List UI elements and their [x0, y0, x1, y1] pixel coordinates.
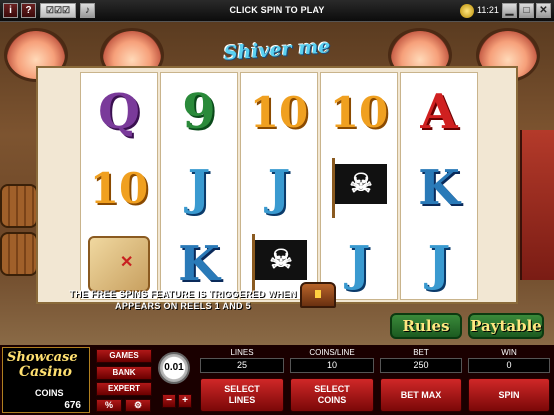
- barrel-icon: [0, 232, 38, 276]
- increase-button[interactable]: +: [178, 394, 192, 408]
- coins-per-line-label: COINS/LINE: [309, 348, 355, 357]
- reel-5: AKJ: [400, 72, 478, 300]
- lines-label: LINES: [230, 348, 254, 357]
- bet-label: BET: [413, 348, 429, 357]
- casino-logo: Showcase Casino COINS 676: [2, 347, 90, 413]
- crate-icon: [520, 130, 554, 280]
- bet-max-button[interactable]: BET MAX: [380, 378, 462, 412]
- paytable-button[interactable]: Paytable: [468, 313, 544, 339]
- symbol-10: 10: [89, 163, 149, 213]
- select-lines-button[interactable]: SELECT LINES: [200, 378, 284, 412]
- coins-label: COINS: [35, 388, 64, 398]
- reel-frame: Q 10 9 J K 10 J ☠ 10 ☠ J A K J: [36, 66, 518, 304]
- rules-button[interactable]: Rules: [390, 313, 462, 339]
- bet-value: 250: [380, 358, 462, 373]
- lines-display: LINES 25: [200, 348, 284, 375]
- coin-icon: [460, 4, 474, 18]
- expert-button[interactable]: EXPERT: [96, 382, 152, 396]
- symbol-j: J: [267, 160, 291, 216]
- lines-value: 25: [200, 358, 284, 373]
- reel-2: 9JK: [160, 72, 238, 300]
- button-label: COINS: [317, 395, 347, 405]
- minimize-button[interactable]: ▁: [502, 3, 517, 18]
- bet-display: BET 250: [380, 348, 462, 375]
- skull-icon: ☠: [335, 164, 387, 204]
- symbol-10: 10: [329, 87, 389, 137]
- decrease-button[interactable]: −: [162, 394, 176, 408]
- logo-text: Showcase: [7, 350, 78, 365]
- symbol-q: Q: [98, 84, 140, 140]
- barrel-icon: [0, 184, 38, 228]
- win-display: WIN 0: [468, 348, 550, 375]
- feature-info: THE FREE SPINS FEATURE IS TRIGGERED WHEN…: [48, 288, 318, 312]
- symbol-10: 10: [249, 87, 309, 137]
- close-button[interactable]: ✕: [536, 3, 551, 18]
- coins-per-line-value: 10: [290, 358, 374, 373]
- pirate-flag: ☠: [328, 158, 390, 218]
- button-label: SELECT: [224, 384, 260, 394]
- symbol-9: 9: [182, 84, 216, 140]
- reel-4: 10 ☠ J: [320, 72, 398, 300]
- button-label: SELECT: [314, 384, 350, 394]
- coins-balance: 676: [64, 400, 81, 411]
- maximize-button[interactable]: □: [519, 3, 534, 18]
- feature-text-line: APPEARS ON REELS 1 AND 5: [115, 301, 251, 311]
- skull-icon: ☠: [255, 240, 307, 280]
- feature-text-line: THE FREE SPINS FEATURE IS TRIGGERED WHEN: [69, 289, 297, 299]
- logo-text: Casino: [19, 364, 72, 380]
- coin-size-chip[interactable]: 0.01: [158, 352, 190, 384]
- coins-per-line-display: COINS/LINE 10: [290, 348, 374, 375]
- symbol-k: K: [418, 160, 460, 216]
- symbol-j: J: [187, 160, 211, 216]
- map-icon: [88, 236, 150, 292]
- top-bar: i ? ☑☑☑ ♪ CLICK SPIN TO PLAY 11:21 ▁ □ ✕: [0, 0, 554, 22]
- spin-button[interactable]: SPIN: [468, 378, 550, 412]
- win-value: 0: [468, 358, 550, 373]
- reel-1: Q 10: [80, 72, 158, 300]
- select-coins-button[interactable]: SELECT COINS: [290, 378, 374, 412]
- reel-3: 10 J ☠: [240, 72, 318, 300]
- clock: 11:21: [477, 5, 499, 15]
- win-label: WIN: [501, 348, 517, 357]
- games-button[interactable]: GAMES: [96, 349, 152, 363]
- treasure-chest-icon: [300, 282, 336, 308]
- pirate-flag-icon: ☠: [321, 151, 397, 225]
- percent-button[interactable]: %: [96, 399, 122, 412]
- symbol-j: J: [427, 236, 451, 292]
- bank-button[interactable]: BANK: [96, 366, 152, 380]
- settings-icon[interactable]: ⚙: [125, 399, 151, 412]
- symbol-a: A: [420, 84, 458, 140]
- button-label: LINES: [228, 395, 256, 405]
